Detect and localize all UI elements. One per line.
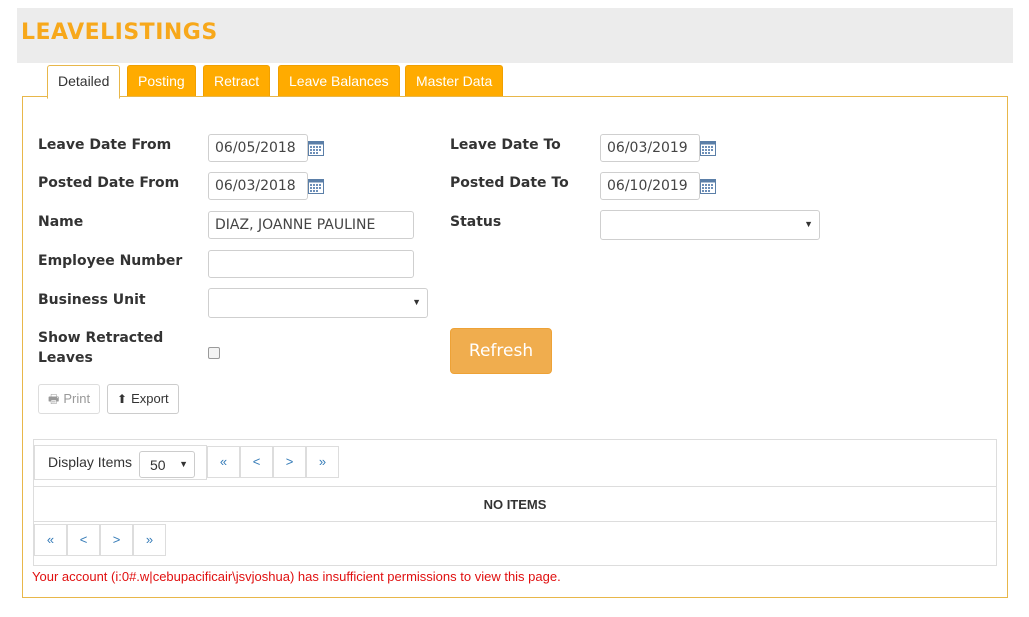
calendar-icon[interactable]	[700, 179, 716, 194]
page-header: LEAVELISTINGS	[17, 8, 1013, 63]
display-items-value: 50	[150, 457, 166, 473]
export-button[interactable]: ⬆ Export	[107, 384, 179, 414]
first-page-button-bottom[interactable]: «	[34, 524, 67, 556]
calendar-icon[interactable]	[308, 179, 324, 194]
show-retracted-label-line2: Leaves	[38, 350, 93, 366]
next-page-button[interactable]: >	[273, 446, 306, 478]
tab-posting[interactable]: Posting	[127, 65, 196, 97]
print-button[interactable]: 🖶 Print	[38, 384, 101, 414]
posted-date-from-label: Posted Date From	[38, 175, 180, 191]
leave-date-from-label: Leave Date From	[38, 137, 172, 153]
chevron-down-icon: ▼	[179, 459, 188, 469]
page-title: LEAVELISTINGS	[21, 20, 218, 45]
tab-retract[interactable]: Retract	[203, 65, 271, 97]
status-label: Status	[450, 214, 502, 230]
display-items-select[interactable]: 50 ▼	[139, 451, 195, 478]
permission-error-message: Your account (i:0#.w|cebupacificair\jsvj…	[32, 569, 561, 584]
chevron-down-icon: ▼	[412, 297, 421, 307]
display-items-control: Display Items 50 ▼	[34, 445, 207, 480]
grid-toolbar: Display Items 50 ▼ « < > »	[34, 440, 996, 487]
posted-date-to-label: Posted Date To	[450, 175, 569, 191]
refresh-button[interactable]: Refresh	[450, 328, 552, 374]
next-page-button-bottom[interactable]: >	[100, 524, 133, 556]
tab-detailed[interactable]: Detailed	[47, 65, 121, 99]
calendar-icon[interactable]	[700, 141, 716, 156]
name-input[interactable]: DIAZ, JOANNE PAULINE	[208, 211, 414, 239]
employee-number-input[interactable]	[208, 250, 414, 278]
leave-date-from-input[interactable]: 06/05/2018	[208, 134, 308, 162]
tab-leave-balances[interactable]: Leave Balances	[278, 65, 400, 97]
export-icon: ⬆	[117, 392, 128, 406]
posted-date-to-input[interactable]: 06/10/2019	[600, 172, 700, 200]
printer-icon: 🖶	[48, 392, 60, 406]
show-retracted-label-line1: Show Retracted	[38, 330, 164, 346]
posted-date-from-input[interactable]: 06/03/2018	[208, 172, 308, 200]
business-unit-label: Business Unit	[38, 292, 146, 308]
name-label: Name	[38, 214, 84, 230]
print-label: Print	[63, 391, 91, 406]
employee-number-label: Employee Number	[38, 253, 183, 269]
display-items-label: Display Items	[48, 454, 133, 470]
leave-date-to-label: Leave Date To	[450, 137, 561, 153]
chevron-down-icon: ▼	[804, 219, 813, 229]
tab-master-data[interactable]: Master Data	[405, 65, 504, 97]
previous-page-button-bottom[interactable]: <	[67, 524, 100, 556]
results-grid: Display Items 50 ▼ « < > » NO ITEMS « < …	[33, 439, 997, 566]
previous-page-button[interactable]: <	[240, 446, 273, 478]
leave-date-to-input[interactable]: 06/03/2019	[600, 134, 700, 162]
show-retracted-checkbox[interactable]	[208, 347, 220, 359]
last-page-button[interactable]: »	[306, 446, 339, 478]
empty-state: NO ITEMS	[34, 488, 996, 522]
status-select[interactable]: ▼	[600, 210, 820, 240]
last-page-button-bottom[interactable]: »	[133, 524, 166, 556]
first-page-button[interactable]: «	[207, 446, 240, 478]
show-retracted-label: Show Retracted Leaves	[38, 328, 163, 368]
business-unit-select[interactable]: ▼	[208, 288, 428, 318]
export-label: Export	[131, 391, 169, 406]
calendar-icon[interactable]	[308, 141, 324, 156]
